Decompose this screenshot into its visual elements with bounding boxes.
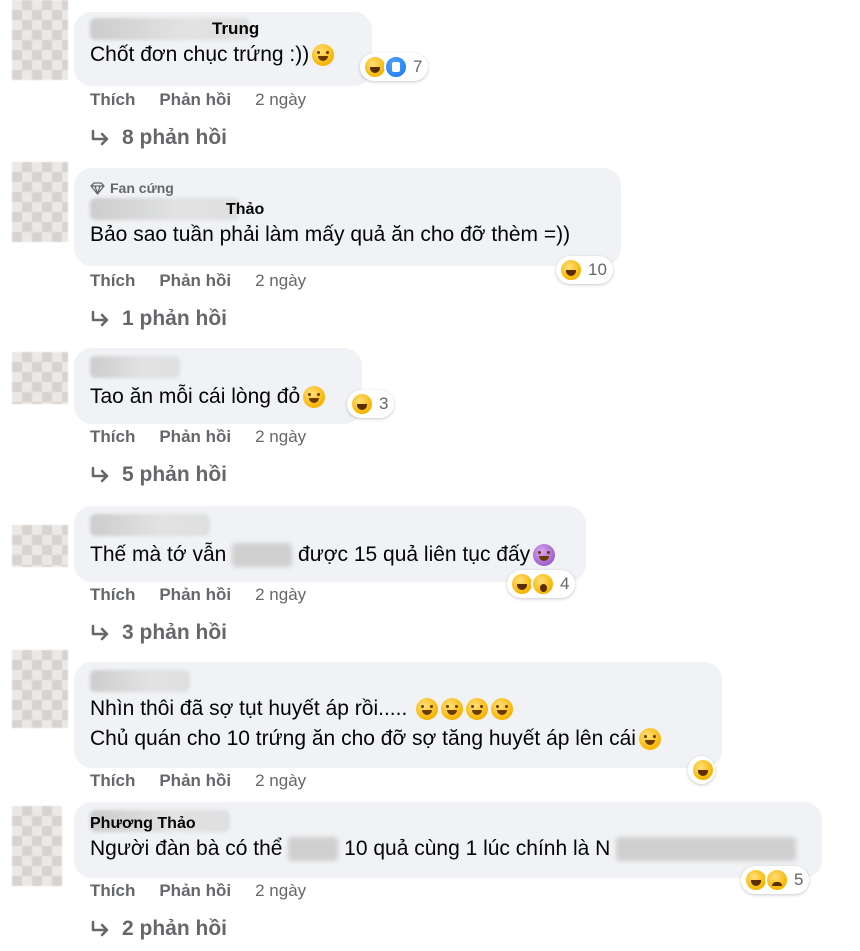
commenter-name[interactable]: Trung	[90, 18, 356, 40]
comment-text: Chốt đơn chục trứng :))	[90, 40, 356, 70]
relieved-emoji-icon	[312, 44, 335, 67]
comment-actions: Thích Phản hồi 2 ngày	[90, 881, 306, 901]
comment-actions: Thích Phản hồi 2 ngày	[90, 427, 306, 447]
comment-bubble: Fan cứng Thảo Bảo sao tuần phải làm mấy …	[74, 168, 621, 266]
avatar[interactable]	[12, 352, 68, 404]
reaction-count: 10	[588, 260, 607, 279]
reaction-count: 4	[560, 574, 570, 593]
reaction-count: 5	[794, 870, 804, 889]
like-reaction-icon	[384, 55, 408, 79]
view-replies-link[interactable]: 1 phản hồi	[90, 307, 227, 331]
crying-laugh-emoji-icon	[466, 698, 489, 721]
comment-text: Người đàn bà có thể 10 quả cùng 1 lúc ch…	[90, 834, 806, 864]
commenter-name[interactable]: Thảo	[90, 198, 605, 220]
reaction-count: 7	[413, 57, 423, 76]
comment-bubble: Thế mà tớ vẫn được 15 quả liên tục đấy	[74, 506, 586, 582]
replies-count: 3 phản hồi	[122, 621, 227, 644]
view-replies-link[interactable]: 5 phản hồi	[90, 463, 227, 487]
comment-text: Thế mà tớ vẫn được 15 quả liên tục đấy	[90, 540, 570, 570]
fan-badge: Fan cứng	[90, 180, 605, 196]
replies-count: 1 phản hồi	[122, 307, 227, 330]
commenter-name[interactable]	[90, 514, 570, 536]
reaction-summary[interactable]: 5	[741, 866, 810, 894]
haha-reaction-icon	[350, 392, 374, 416]
haha-reaction-icon	[691, 758, 715, 782]
comment-text-line-1: Nhìn thôi đã sợ tụt huyết áp rồi.....	[90, 694, 706, 724]
sad-reaction-icon	[765, 868, 789, 892]
comment-text: Bảo sao tuần phải làm mấy quả ăn cho đỡ …	[90, 223, 571, 246]
reply-arrow-icon	[91, 310, 109, 327]
comment-actions: Thích Phản hồi 2 ngày	[90, 771, 306, 791]
comment-bubble: Phương Thảo Người đàn bà có thể 10 quả c…	[74, 802, 822, 878]
like-button[interactable]: Thích	[90, 585, 135, 605]
comment-bubble: Nhìn thôi đã sợ tụt huyết áp rồi..... Ch…	[74, 662, 722, 768]
avatar[interactable]	[12, 525, 68, 567]
reply-button[interactable]: Phản hồi	[159, 427, 231, 447]
like-button[interactable]: Thích	[90, 271, 135, 291]
reaction-summary[interactable]: 4	[507, 570, 576, 598]
crying-laugh-emoji-icon	[416, 698, 439, 721]
comment-time[interactable]: 2 ngày	[255, 90, 306, 110]
reply-button[interactable]: Phản hồi	[159, 271, 231, 291]
comment-time[interactable]: 2 ngày	[255, 427, 306, 447]
reaction-summary[interactable]: 7	[360, 53, 429, 81]
dizzy-emoji-icon	[533, 544, 556, 567]
shocked-emoji-icon	[303, 386, 326, 409]
commenter-name[interactable]	[90, 670, 706, 692]
comment-bubble: Trung Chốt đơn chục trứng :))	[74, 12, 372, 86]
reaction-count: 3	[379, 394, 389, 413]
reply-arrow-icon	[91, 129, 109, 146]
like-button[interactable]: Thích	[90, 90, 135, 110]
avatar[interactable]	[12, 0, 68, 80]
reaction-summary[interactable]: 10	[556, 256, 613, 284]
redacted-name	[616, 837, 797, 862]
comment-actions: Thích Phản hồi 2 ngày	[90, 585, 306, 605]
like-button[interactable]: Thích	[90, 771, 135, 791]
comment-actions: Thích Phản hồi 2 ngày	[90, 90, 306, 110]
comment-bubble: Tao ăn mỗi cái lòng đỏ	[74, 348, 362, 424]
comment-time[interactable]: 2 ngày	[255, 771, 306, 791]
reply-arrow-icon	[91, 624, 109, 641]
view-replies-link[interactable]: 2 phản hồi	[90, 917, 227, 941]
reply-arrow-icon	[91, 466, 109, 483]
diamond-icon	[90, 181, 105, 195]
replies-count: 5 phản hồi	[122, 463, 227, 486]
redacted-word	[232, 543, 293, 568]
avatar[interactable]	[12, 806, 62, 886]
crying-laugh-emoji-icon	[491, 698, 514, 721]
wow-reaction-icon	[531, 572, 555, 596]
view-replies-link[interactable]: 8 phản hồi	[90, 126, 227, 150]
like-button[interactable]: Thích	[90, 881, 135, 901]
reaction-summary[interactable]: 3	[347, 390, 395, 418]
commenter-name[interactable]: Phương Thảo	[90, 810, 806, 832]
replies-count: 8 phản hồi	[122, 126, 227, 149]
reply-button[interactable]: Phản hồi	[159, 90, 231, 110]
comment-time[interactable]: 2 ngày	[255, 585, 306, 605]
reply-button[interactable]: Phản hồi	[159, 585, 231, 605]
avatar[interactable]	[12, 162, 68, 242]
replies-count: 2 phản hồi	[122, 917, 227, 940]
view-replies-link[interactable]: 3 phản hồi	[90, 621, 227, 645]
like-button[interactable]: Thích	[90, 427, 135, 447]
grin-emoji-icon	[638, 728, 661, 751]
reply-button[interactable]: Phản hồi	[159, 881, 231, 901]
reply-arrow-icon	[91, 920, 109, 937]
reply-button[interactable]: Phản hồi	[159, 771, 231, 791]
comment-text-line-2: Chủ quán cho 10 trứng ăn cho đỡ sợ tăng …	[90, 724, 706, 754]
haha-reaction-icon	[559, 258, 583, 282]
crying-laugh-emoji-icon	[441, 698, 464, 721]
comment-text: Tao ăn mỗi cái lòng đỏ	[90, 382, 346, 412]
comment-time[interactable]: 2 ngày	[255, 271, 306, 291]
comment-time[interactable]: 2 ngày	[255, 881, 306, 901]
reaction-summary[interactable]	[688, 756, 715, 784]
comment-actions: Thích Phản hồi 2 ngày	[90, 271, 306, 291]
avatar[interactable]	[12, 650, 68, 728]
commenter-name[interactable]	[90, 356, 346, 378]
redacted-word	[288, 837, 339, 862]
